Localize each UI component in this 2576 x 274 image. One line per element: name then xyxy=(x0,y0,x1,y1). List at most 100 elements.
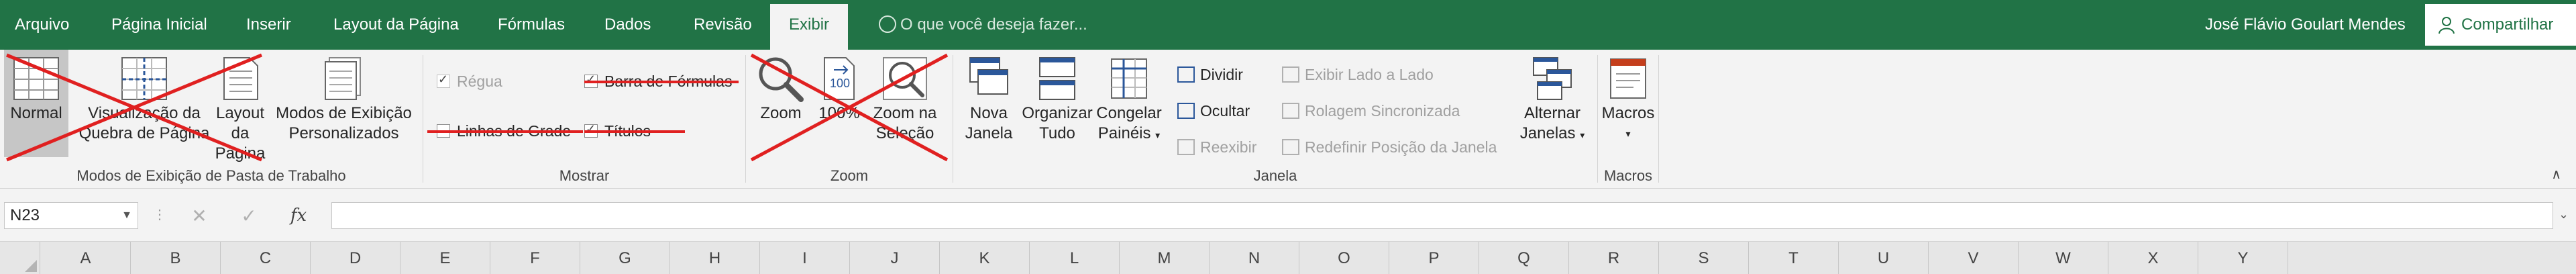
column-header[interactable]: I xyxy=(760,242,850,274)
column-headers: A B C D E F G H I J K L M N O P Q R S T … xyxy=(0,241,2576,274)
tab-dados[interactable]: Dados xyxy=(604,0,651,50)
chevron-down-icon[interactable]: ▼ xyxy=(121,203,132,228)
column-header[interactable]: K xyxy=(940,242,1030,274)
enter-icon[interactable]: ✓ xyxy=(224,205,274,227)
arrange-all-button[interactable]: Organizar Tudo xyxy=(1020,50,1094,157)
user-name[interactable]: José Flávio Goulart Mendes xyxy=(2205,0,2406,50)
column-header[interactable]: G xyxy=(580,242,670,274)
column-header[interactable]: V xyxy=(1929,242,2019,274)
zoom-label: Zoom xyxy=(760,104,802,122)
column-header[interactable]: F xyxy=(490,242,580,274)
arrange-all-icon xyxy=(1039,57,1075,100)
formula-input[interactable] xyxy=(331,202,2553,229)
new-window-button[interactable]: Nova Janela xyxy=(959,50,1019,157)
tab-layout-da-pagina[interactable]: Layout da Página xyxy=(333,0,459,50)
custom-views-label-1: Modos de Exibição xyxy=(276,104,412,122)
formula-bar-check-icon xyxy=(584,73,598,88)
split-button[interactable]: Dividir xyxy=(1177,63,1243,86)
page-layout-button[interactable]: Layout da Página xyxy=(213,50,267,163)
column-header[interactable]: C xyxy=(221,242,311,274)
column-header[interactable]: Y xyxy=(2198,242,2288,274)
column-header[interactable]: M xyxy=(1120,242,1210,274)
tab-exibir[interactable]: Exibir xyxy=(770,4,849,50)
custom-views-icon xyxy=(324,57,361,100)
freeze-panes-button[interactable]: Congelar Painéis ▾ xyxy=(1095,50,1163,157)
collapse-ribbon-icon[interactable]: ∧ xyxy=(2551,166,2561,183)
column-header[interactable]: S xyxy=(1659,242,1749,274)
select-all-button[interactable] xyxy=(0,242,40,274)
column-header[interactable]: H xyxy=(670,242,760,274)
column-header[interactable]: B xyxy=(131,242,221,274)
cancel-icon[interactable]: ✕ xyxy=(174,205,224,227)
column-header[interactable]: U xyxy=(1839,242,1929,274)
column-header[interactable]: D xyxy=(311,242,400,274)
insert-function-icon[interactable]: fx xyxy=(274,205,323,226)
macros-button[interactable]: Macros ▾ xyxy=(1601,50,1656,157)
tab-revisao[interactable]: Revisão xyxy=(694,0,752,50)
column-header[interactable]: E xyxy=(400,242,490,274)
switch-windows-icon xyxy=(1533,57,1572,100)
ruler-checkbox[interactable]: Régua xyxy=(437,70,502,93)
name-box[interactable]: N23 ▼ xyxy=(4,202,138,229)
ruler-label: Régua xyxy=(457,72,502,90)
column-header[interactable]: P xyxy=(1389,242,1479,274)
view-side-by-side-button[interactable]: Exibir Lado a Lado xyxy=(1282,63,1434,86)
gridlines-checkbox[interactable]: Linhas de Grade xyxy=(437,120,571,142)
column-header[interactable]: A xyxy=(41,242,131,274)
column-header[interactable]: N xyxy=(1210,242,1299,274)
normal-view-button[interactable]: Normal xyxy=(4,50,68,157)
column-header[interactable]: O xyxy=(1299,242,1389,274)
group-window: Nova Janela Organizar Tudo Congelar Painéis… xyxy=(953,50,1597,189)
switch-windows-button[interactable]: Alternar Janelas ▾ xyxy=(1515,50,1589,157)
zoom-selection-icon xyxy=(883,57,927,100)
group-separator xyxy=(1658,55,1659,183)
formula-bar-checkbox[interactable]: Barra de Fórmulas xyxy=(584,70,732,93)
headings-label: Títulos xyxy=(604,122,651,140)
normal-view-label: Normal xyxy=(10,104,62,122)
zoom-100-button[interactable]: 100 100% xyxy=(816,50,863,157)
column-header[interactable]: W xyxy=(2019,242,2108,274)
gridlines-check-icon xyxy=(437,124,450,138)
freeze-panes-label-1: Congelar xyxy=(1096,104,1162,122)
hide-button[interactable]: Ocultar xyxy=(1177,99,1250,122)
page-break-icon xyxy=(121,57,167,100)
reset-position-icon xyxy=(1282,139,1299,155)
tab-formulas[interactable]: Fórmulas xyxy=(498,0,565,50)
reset-position-label: Redefinir Posição da Janela xyxy=(1305,138,1497,156)
new-window-label-1: Nova xyxy=(969,104,1008,122)
page-break-label-1: Visualização da xyxy=(88,104,201,122)
column-header[interactable]: X xyxy=(2108,242,2198,274)
share-button[interactable]: Compartilhar xyxy=(2425,4,2576,46)
switch-windows-label-2: Janelas ▾ xyxy=(1519,124,1585,142)
tab-arquivo[interactable]: Arquivo xyxy=(15,0,69,50)
new-window-icon xyxy=(969,57,1008,95)
column-header[interactable]: R xyxy=(1569,242,1659,274)
column-header[interactable]: L xyxy=(1030,242,1120,274)
share-label: Compartilhar xyxy=(2461,15,2554,34)
sync-scroll-label: Rolagem Sincronizada xyxy=(1305,101,1460,120)
reset-window-position-button[interactable]: Redefinir Posição da Janela xyxy=(1282,136,1497,158)
column-header[interactable]: Q xyxy=(1479,242,1569,274)
formula-bar: N23 ▼ ⋮ ✕ ✓ fx ⌄ xyxy=(0,189,2576,241)
title-tab-bar: Arquivo Página Inicial Inserir Layout da… xyxy=(0,0,2576,50)
formula-bar-label: Barra de Fórmulas xyxy=(604,72,733,90)
tab-inserir[interactable]: Inserir xyxy=(246,0,291,50)
zoom-button[interactable]: Zoom xyxy=(747,50,814,157)
page-break-preview-button[interactable]: Visualização da Quebra de Página xyxy=(74,50,215,157)
synchronous-scrolling-button[interactable]: Rolagem Sincronizada xyxy=(1282,99,1460,122)
tab-pagina-inicial[interactable]: Página Inicial xyxy=(111,0,207,50)
zoom-to-selection-button[interactable]: Zoom na Seleção xyxy=(864,50,946,157)
column-header[interactable]: T xyxy=(1749,242,1839,274)
zoom-100-label: 100% xyxy=(818,104,860,122)
custom-views-button[interactable]: Modos de Exibição Personalizados xyxy=(272,50,416,157)
tell-me-text: O que você deseja fazer... xyxy=(900,15,1087,34)
formula-bar-grip[interactable]: ⋮ xyxy=(153,206,168,223)
split-icon xyxy=(1177,66,1195,83)
unhide-label: Reexibir xyxy=(1200,138,1257,156)
zoom-selection-label-2: Seleção xyxy=(875,124,934,142)
unhide-button[interactable]: Reexibir xyxy=(1177,136,1256,158)
expand-formula-bar-icon[interactable]: ⌄ xyxy=(2559,208,2569,222)
tell-me-search[interactable]: O que você deseja fazer... xyxy=(879,0,1087,50)
column-header[interactable]: J xyxy=(850,242,940,274)
headings-checkbox[interactable]: Títulos xyxy=(584,120,651,142)
